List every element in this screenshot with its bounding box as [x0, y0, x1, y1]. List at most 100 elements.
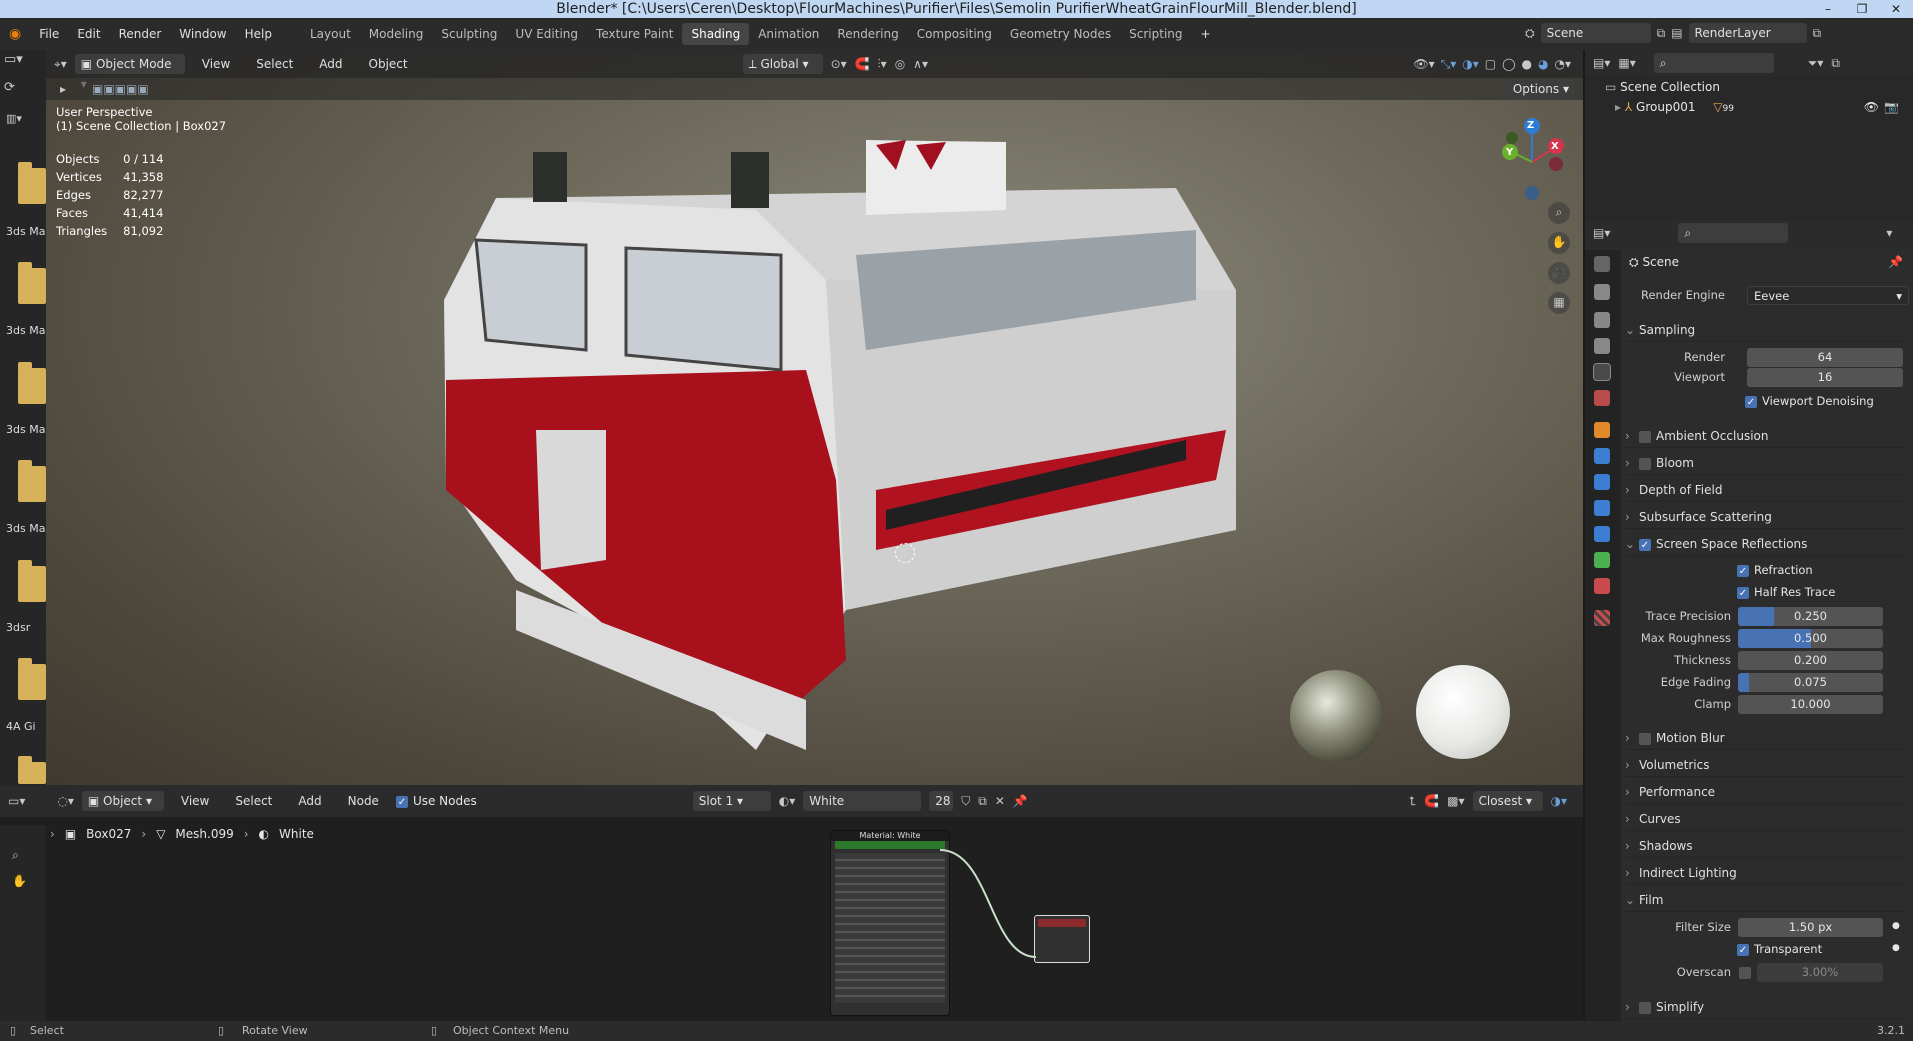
overscan-field[interactable]: 3.00%: [1757, 963, 1883, 982]
folder-label[interactable]: 3ds Ma:: [6, 324, 49, 337]
pin-icon[interactable]: 📌: [1888, 255, 1903, 269]
tab-sculpting[interactable]: Sculpting: [432, 23, 506, 45]
material-output-node[interactable]: [1034, 915, 1090, 963]
use-nodes-checkbox[interactable]: Use Nodes: [395, 794, 477, 808]
display-mode-icon[interactable]: ▦▾: [1618, 53, 1635, 73]
tool-tab-icon[interactable]: [1594, 256, 1610, 272]
new-view-layer-icon[interactable]: ⧉: [1813, 23, 1822, 43]
snap-mode-selector[interactable]: Closest ▾: [1472, 791, 1543, 811]
breadcrumb-object[interactable]: Box027: [86, 827, 131, 841]
tab-shading[interactable]: Shading: [682, 23, 750, 45]
outliner-scene-collection[interactable]: ▭ Scene Collection: [1605, 77, 1720, 97]
breadcrumb-material[interactable]: White: [279, 827, 314, 841]
visibility-eye-icon[interactable]: 👁: [1864, 97, 1879, 117]
panel-screen-space-reflections[interactable]: ⌄Screen Space Reflections: [1625, 532, 1905, 556]
panel-curves[interactable]: › Curves: [1625, 807, 1905, 831]
overscan-checkbox[interactable]: [1739, 967, 1751, 979]
snap-node-icon[interactable]: 🧲: [1424, 791, 1439, 811]
scene-icon[interactable]: ⛭: [1525, 23, 1535, 43]
checkbox-icon[interactable]: [1639, 538, 1651, 551]
checkbox-icon[interactable]: [1639, 457, 1651, 470]
close-icon[interactable]: ✕: [1879, 0, 1913, 18]
checkbox-icon[interactable]: [1639, 732, 1651, 745]
parent-node-icon[interactable]: ⮤: [1409, 791, 1416, 811]
panel-film[interactable]: ⌄ Film: [1625, 888, 1905, 912]
tab-modeling[interactable]: Modeling: [360, 23, 433, 45]
folder-label[interactable]: 3ds Ma:: [6, 522, 49, 535]
material-browse-icon[interactable]: ◐▾: [779, 791, 796, 811]
panel-bloom[interactable]: › Bloom: [1625, 451, 1905, 475]
3d-cursor-icon[interactable]: [895, 543, 915, 563]
folder-label[interactable]: 3ds Ma:: [6, 423, 49, 436]
constraints-tab-icon[interactable]: [1594, 526, 1610, 542]
editor-type-icon[interactable]: ▭▾: [4, 52, 23, 67]
principled-bsdf-node[interactable]: Material: White: [830, 830, 950, 1016]
outliner-search-input[interactable]: ⌕: [1653, 53, 1774, 73]
panel-motion-blur[interactable]: › Motion Blur: [1625, 726, 1905, 750]
render-samples-field[interactable]: 64: [1747, 348, 1903, 367]
filter-icon[interactable]: ⏷▾: [1808, 53, 1824, 73]
view-layer-selector[interactable]: RenderLayer: [1688, 23, 1807, 43]
menu-edit[interactable]: Edit: [68, 23, 109, 45]
render-camera-icon[interactable]: 📷: [1884, 97, 1899, 117]
keyframe-dot-icon[interactable]: ●: [1892, 921, 1900, 931]
refresh-icon[interactable]: ⟳: [4, 80, 15, 95]
zoom-icon[interactable]: ⌕: [1548, 202, 1570, 224]
maximize-icon[interactable]: ❐: [1845, 0, 1879, 18]
editor-type-icon[interactable]: ▭▾: [8, 791, 25, 811]
menu-view[interactable]: View: [172, 790, 218, 812]
menu-window[interactable]: Window: [170, 23, 235, 45]
pin-icon[interactable]: 📌: [1013, 791, 1028, 811]
chevron-down-icon[interactable]: ▾: [1886, 223, 1892, 243]
folder-label[interactable]: 3dsr: [6, 621, 30, 634]
transparent-checkbox[interactable]: Transparent: [1737, 942, 1822, 956]
keyframe-dot-icon[interactable]: ●: [1892, 943, 1900, 953]
viewport-samples-field[interactable]: 16: [1747, 368, 1903, 387]
breadcrumb-mesh[interactable]: Mesh.099: [175, 827, 233, 841]
pan-hand-icon[interactable]: ✋: [1548, 232, 1570, 254]
new-scene-icon[interactable]: ⧉: [1657, 23, 1666, 43]
shader-object-selector[interactable]: ▣ Object ▾: [81, 791, 164, 811]
modifier-tab-icon[interactable]: [1594, 448, 1610, 464]
viewport-denoising-checkbox[interactable]: Viewport Denoising: [1745, 394, 1874, 408]
panel-shadows[interactable]: › Shadows: [1625, 834, 1905, 858]
view-layer-tab-icon[interactable]: [1594, 338, 1610, 354]
tab-texture-paint[interactable]: Texture Paint: [587, 23, 682, 45]
scene-tab-icon[interactable]: [1593, 363, 1611, 381]
panel-sampling[interactable]: ⌄ Sampling: [1625, 318, 1905, 342]
tab-scripting[interactable]: Scripting: [1120, 23, 1191, 45]
overlay-icon[interactable]: ◑▾: [1551, 791, 1568, 811]
folder-icon[interactable]: [18, 756, 46, 784]
blender-logo-icon[interactable]: ◉: [0, 23, 30, 45]
add-workspace-icon[interactable]: +: [1192, 23, 1220, 45]
filter-size-field[interactable]: 1.50 px: [1738, 918, 1883, 937]
tab-layout[interactable]: Layout: [301, 23, 360, 45]
panel-subsurface-scattering[interactable]: › Subsurface Scattering: [1625, 505, 1905, 529]
editor-type-icon[interactable]: ▤▾: [1593, 53, 1610, 73]
properties-search-input[interactable]: ⌕: [1678, 223, 1789, 243]
texture-tab-icon[interactable]: [1594, 610, 1610, 626]
tab-compositing[interactable]: Compositing: [908, 23, 1001, 45]
output-tab-icon[interactable]: [1594, 312, 1610, 328]
object-tab-icon[interactable]: [1594, 422, 1610, 438]
material-tab-icon[interactable]: [1594, 578, 1610, 594]
view-layer-icon[interactable]: ▤: [1671, 23, 1682, 43]
shader-node-editor[interactable]: ▭▾ ◌▾ ▣ Object ▾ View Select Add Node Us…: [0, 785, 1583, 1021]
menu-help[interactable]: Help: [236, 23, 281, 45]
shader-type-icon[interactable]: ◌▾: [57, 791, 74, 811]
max-roughness-slider[interactable]: 0.500: [1738, 629, 1883, 648]
folder-icon[interactable]: [18, 460, 46, 502]
editor-type-icon[interactable]: ▤▾: [1593, 223, 1610, 243]
tab-geometry-nodes[interactable]: Geometry Nodes: [1001, 23, 1120, 45]
new-collection-icon[interactable]: ⧉: [1831, 53, 1840, 73]
trace-precision-slider[interactable]: 0.250: [1738, 607, 1883, 626]
expand-arrow-icon[interactable]: ▸: [1615, 100, 1621, 114]
world-tab-icon[interactable]: [1594, 390, 1610, 406]
edge-fading-slider[interactable]: 0.075: [1738, 673, 1883, 692]
panel-simplify[interactable]: › Simplify: [1625, 995, 1905, 1019]
menu-node[interactable]: Node: [339, 790, 388, 812]
half-res-trace-checkbox[interactable]: Half Res Trace: [1737, 585, 1835, 599]
panel-ambient-occlusion[interactable]: › Ambient Occlusion: [1625, 424, 1905, 448]
data-tab-icon[interactable]: [1594, 552, 1610, 568]
snap-element-icon[interactable]: ▩▾: [1447, 791, 1464, 811]
